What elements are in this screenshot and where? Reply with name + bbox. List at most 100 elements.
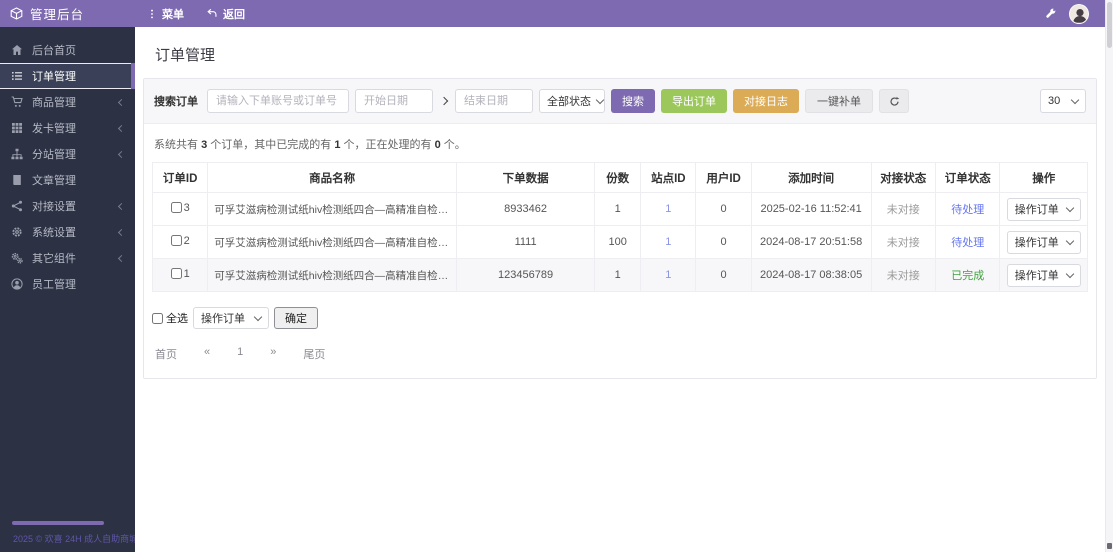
confirm-button[interactable]: 确定 [274, 307, 318, 329]
scrollbar-thumb[interactable] [1107, 2, 1112, 48]
refresh-button[interactable] [879, 89, 909, 113]
pagination: 首页 « 1 » 尾页 [155, 346, 1088, 362]
sidebar-item-products[interactable]: 商品管理 [0, 89, 135, 115]
integration-log-button[interactable]: 对接日志 [733, 89, 799, 113]
end-date-input[interactable] [455, 89, 533, 113]
chevron-left-icon [117, 98, 126, 106]
list-icon [11, 70, 23, 82]
orders-table: 订单ID 商品名称 下单数据 份数 站点ID 用户ID 添加时间 对接状态 订单… [151, 162, 1088, 292]
col-order-status: 订单状态 [934, 162, 1001, 193]
orders-summary: 系统共有 3 个订单，其中已完成的有 1 个，正在处理的有 0 个。 [154, 139, 466, 151]
chevron-left-icon [117, 124, 126, 132]
admin-screen: 管理后台 菜单 返回 后台首页 订单管理 商品管理 发卡管理 分站管理 文章管理… [0, 0, 1113, 552]
chevron-down-icon [1065, 236, 1074, 246]
col-add-time: 添加时间 [750, 162, 872, 193]
scrollbar-down-arrow[interactable] [1107, 543, 1112, 549]
orders-card: 搜索订单 全部状态 搜索 导出订单 对接日志 一键补单 [143, 78, 1097, 379]
cell-order-data: 8933462 [455, 192, 596, 226]
col-actions: 操作 [999, 162, 1088, 193]
cell-link-status: 未对接 [870, 258, 936, 292]
chevron-left-icon [117, 150, 126, 158]
chevron-down-icon [1065, 203, 1074, 213]
avatar[interactable] [1069, 3, 1089, 24]
wrench-icon[interactable] [1044, 7, 1057, 20]
col-product-name: 商品名称 [207, 162, 457, 193]
book-icon [11, 174, 23, 186]
sidebar-item-cards[interactable]: 发卡管理 [0, 115, 135, 141]
col-order-data: 下单数据 [455, 162, 596, 193]
cell-link-status: 未对接 [870, 192, 936, 226]
grid-icon [11, 122, 23, 134]
bulk-actions: 全选 操作订单 确定 [152, 307, 1088, 329]
cell-actions: 操作订单 [999, 192, 1088, 226]
page-size-select[interactable]: 30 [1040, 89, 1086, 113]
pager-page-1[interactable]: 1 [237, 346, 243, 362]
brand[interactable]: 管理后台 [0, 4, 136, 23]
start-date-input[interactable] [355, 89, 433, 113]
sidebar-item-home[interactable]: 后台首页 [0, 37, 135, 63]
cell-site-id[interactable]: 1 [640, 192, 697, 226]
select-all[interactable]: 全选 [152, 310, 188, 326]
sidebar-item-substations[interactable]: 分站管理 [0, 141, 135, 167]
cell-actions: 操作订单 [999, 258, 1088, 292]
page-title: 订单管理 [155, 47, 216, 64]
cell-add-time: 2025-02-16 11:52:41 [750, 192, 872, 226]
sidebar-item-components[interactable]: 其它组件 [0, 245, 135, 271]
pager-next[interactable]: » [270, 346, 276, 362]
select-all-checkbox[interactable] [152, 312, 163, 324]
brand-title: 管理后台 [30, 8, 85, 22]
search-input[interactable] [207, 89, 349, 113]
col-user-id: 用户ID [695, 162, 752, 193]
cell-site-id[interactable]: 1 [640, 225, 697, 259]
sitemap-icon [11, 148, 23, 160]
cell-order-data: 123456789 [455, 258, 596, 292]
scrollbar[interactable] [1105, 0, 1113, 552]
row-action-select[interactable]: 操作订单 [1006, 197, 1081, 221]
sidebar-item-articles[interactable]: 文章管理 [0, 167, 135, 193]
row-checkbox[interactable] [170, 202, 182, 214]
table-row: 3 可孚艾滋病检测试纸hiv检测纸四合—高精准自检梅毒双检非第四代4 89334… [151, 192, 1088, 226]
row-action-select[interactable]: 操作订单 [1006, 263, 1081, 287]
status-filter-value: 全部状态 [547, 96, 591, 108]
row-checkbox[interactable] [170, 235, 182, 247]
filter-toolbar: 搜索订单 全部状态 搜索 导出订单 对接日志 一键补单 [144, 79, 1096, 124]
one-key-replenish-button[interactable]: 一键补单 [805, 89, 873, 113]
pager-prev[interactable]: « [204, 346, 210, 362]
footer-accent-bar [12, 521, 104, 525]
cell-order-id: 3 [151, 192, 209, 226]
table-header-row: 订单ID 商品名称 下单数据 份数 站点ID 用户ID 添加时间 对接状态 订单… [151, 162, 1088, 193]
sidebar-item-orders[interactable]: 订单管理 [0, 63, 135, 89]
cell-order-id: 1 [151, 258, 209, 292]
sidebar-item-integration[interactable]: 对接设置 [0, 193, 135, 219]
order-status-text: 已完成 [951, 270, 985, 282]
cell-product-name: 可孚艾滋病检测试纸hiv检测纸四合—高精准自检梅毒双检非第四代4 [207, 192, 457, 226]
sidebar: 后台首页 订单管理 商品管理 发卡管理 分站管理 文章管理 对接设置 系统设置 … [0, 27, 138, 552]
col-order-id: 订单ID [151, 162, 209, 193]
chevron-left-icon [117, 202, 126, 210]
cell-order-status: 待处理 [934, 225, 1001, 259]
export-orders-button[interactable]: 导出订单 [661, 89, 727, 113]
pager-last[interactable]: 尾页 [303, 346, 325, 362]
cell-product-name: 可孚艾滋病检测试纸hiv检测纸四合—高精准自检梅毒双检非第四代4 [207, 258, 457, 292]
status-filter-select[interactable]: 全部状态 [539, 89, 605, 113]
bulk-action-select[interactable]: 操作订单 [193, 307, 269, 329]
cart-icon [11, 96, 23, 108]
row-action-select[interactable]: 操作订单 [1006, 230, 1081, 254]
order-status-text: 待处理 [951, 204, 985, 216]
cogs-icon [11, 252, 23, 264]
sidebar-item-staff[interactable]: 员工管理 [0, 271, 135, 297]
cell-order-status: 待处理 [934, 192, 1001, 226]
search-button[interactable]: 搜索 [611, 89, 655, 113]
dots-vertical-icon [147, 8, 157, 20]
package-icon [10, 7, 23, 20]
chevron-down-icon [1070, 95, 1080, 105]
back-button[interactable]: 返回 [195, 0, 256, 27]
col-link-status: 对接状态 [870, 162, 936, 193]
pager-first[interactable]: 首页 [155, 346, 177, 362]
menu-label: 菜单 [162, 8, 184, 21]
sidebar-item-system-settings[interactable]: 系统设置 [0, 219, 135, 245]
cell-site-id[interactable]: 1 [640, 258, 697, 292]
row-checkbox[interactable] [170, 268, 182, 280]
refresh-icon [889, 96, 900, 107]
menu-toggle-button[interactable]: 菜单 [136, 0, 195, 27]
